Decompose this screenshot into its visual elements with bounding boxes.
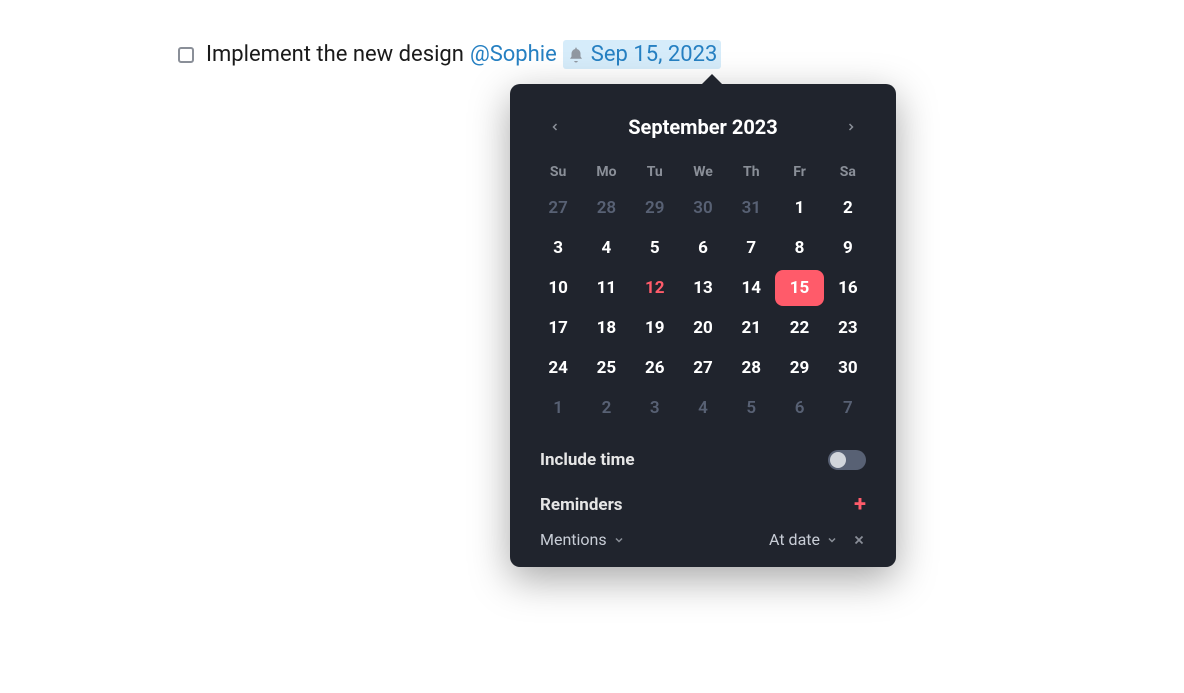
weekday-label: Sa <box>824 164 872 180</box>
calendar-day[interactable]: 16 <box>824 270 872 306</box>
calendar-day[interactable]: 2 <box>824 190 872 226</box>
bell-icon <box>567 46 585 64</box>
calendar-day[interactable]: 31 <box>727 190 775 226</box>
reminder-right-group: At date <box>769 530 866 549</box>
calendar-day[interactable]: 8 <box>775 230 823 266</box>
chevron-down-icon <box>613 534 625 546</box>
calendar-day[interactable]: 30 <box>679 190 727 226</box>
calendar-day[interactable]: 29 <box>631 190 679 226</box>
calendar-day[interactable]: 5 <box>631 230 679 266</box>
remove-reminder-button[interactable] <box>852 533 866 547</box>
weekday-row: SuMoTuWeThFrSa <box>522 152 884 186</box>
calendar-month-title: September 2023 <box>628 115 778 139</box>
calendar-day[interactable]: 9 <box>824 230 872 266</box>
calendar-day[interactable]: 1 <box>775 190 823 226</box>
date-picker-popover: September 2023 SuMoTuWeThFrSa 2728293031… <box>510 84 896 567</box>
weekday-label: Su <box>534 164 582 180</box>
weekday-label: Fr <box>775 164 823 180</box>
calendar-day[interactable]: 29 <box>775 350 823 386</box>
calendar-day[interactable]: 13 <box>679 270 727 306</box>
task-text: Implement the new design <box>206 42 464 67</box>
reminder-type-dropdown[interactable]: Mentions <box>540 530 625 549</box>
calendar-day[interactable]: 3 <box>631 390 679 426</box>
calendar-day[interactable]: 2 <box>582 390 630 426</box>
calendar-day[interactable]: 19 <box>631 310 679 346</box>
calendar-day[interactable]: 5 <box>727 390 775 426</box>
calendar-header: September 2023 <box>522 98 884 152</box>
reminder-timing-value: At date <box>769 530 820 549</box>
calendar-day[interactable]: 7 <box>727 230 775 266</box>
calendar-day[interactable]: 6 <box>775 390 823 426</box>
include-time-label: Include time <box>540 450 635 470</box>
task-row: Implement the new design @Sophie Sep 15,… <box>178 40 721 69</box>
weekday-label: Th <box>727 164 775 180</box>
calendar-day[interactable]: 14 <box>727 270 775 306</box>
calendar-day[interactable]: 7 <box>824 390 872 426</box>
reminders-label: Reminders <box>540 495 623 515</box>
calendar-day[interactable]: 21 <box>727 310 775 346</box>
calendar-day[interactable]: 27 <box>534 190 582 226</box>
reminder-row: Mentions At date <box>522 516 884 549</box>
weekday-label: We <box>679 164 727 180</box>
calendar-day[interactable]: 4 <box>679 390 727 426</box>
task-date-label: Sep 15, 2023 <box>591 42 718 67</box>
reminder-timing-dropdown[interactable]: At date <box>769 530 838 549</box>
calendar-day[interactable]: 6 <box>679 230 727 266</box>
calendar-day[interactable]: 4 <box>582 230 630 266</box>
calendar-day[interactable]: 28 <box>727 350 775 386</box>
chevron-right-icon <box>845 121 857 133</box>
calendar-day[interactable]: 12 <box>631 270 679 306</box>
close-icon <box>852 533 866 547</box>
chevron-left-icon <box>549 121 561 133</box>
calendar-day[interactable]: 30 <box>824 350 872 386</box>
calendar-day[interactable]: 27 <box>679 350 727 386</box>
reminder-type-value: Mentions <box>540 530 607 549</box>
prev-month-button[interactable] <box>540 112 570 142</box>
reminders-header-row: Reminders + <box>522 470 884 516</box>
calendar-grid: 2728293031123456789101112131415161718192… <box>522 186 884 436</box>
calendar-day[interactable]: 28 <box>582 190 630 226</box>
calendar-day[interactable]: 26 <box>631 350 679 386</box>
calendar-day[interactable]: 22 <box>775 310 823 346</box>
calendar-day[interactable]: 15 <box>775 270 823 306</box>
include-time-row: Include time <box>522 436 884 470</box>
calendar-day[interactable]: 17 <box>534 310 582 346</box>
task-mention[interactable]: @Sophie <box>470 42 557 67</box>
chevron-down-icon <box>826 534 838 546</box>
task-checkbox[interactable] <box>178 47 194 63</box>
calendar-day[interactable]: 1 <box>534 390 582 426</box>
include-time-toggle[interactable] <box>828 450 866 470</box>
calendar-day[interactable]: 23 <box>824 310 872 346</box>
calendar-day[interactable]: 10 <box>534 270 582 306</box>
calendar-day[interactable]: 25 <box>582 350 630 386</box>
add-reminder-button[interactable]: + <box>854 494 866 516</box>
calendar-day[interactable]: 3 <box>534 230 582 266</box>
calendar-day[interactable]: 24 <box>534 350 582 386</box>
weekday-label: Mo <box>582 164 630 180</box>
weekday-label: Tu <box>631 164 679 180</box>
task-date-chip[interactable]: Sep 15, 2023 <box>563 40 722 69</box>
calendar-day[interactable]: 11 <box>582 270 630 306</box>
calendar-day[interactable]: 20 <box>679 310 727 346</box>
next-month-button[interactable] <box>836 112 866 142</box>
calendar-day[interactable]: 18 <box>582 310 630 346</box>
